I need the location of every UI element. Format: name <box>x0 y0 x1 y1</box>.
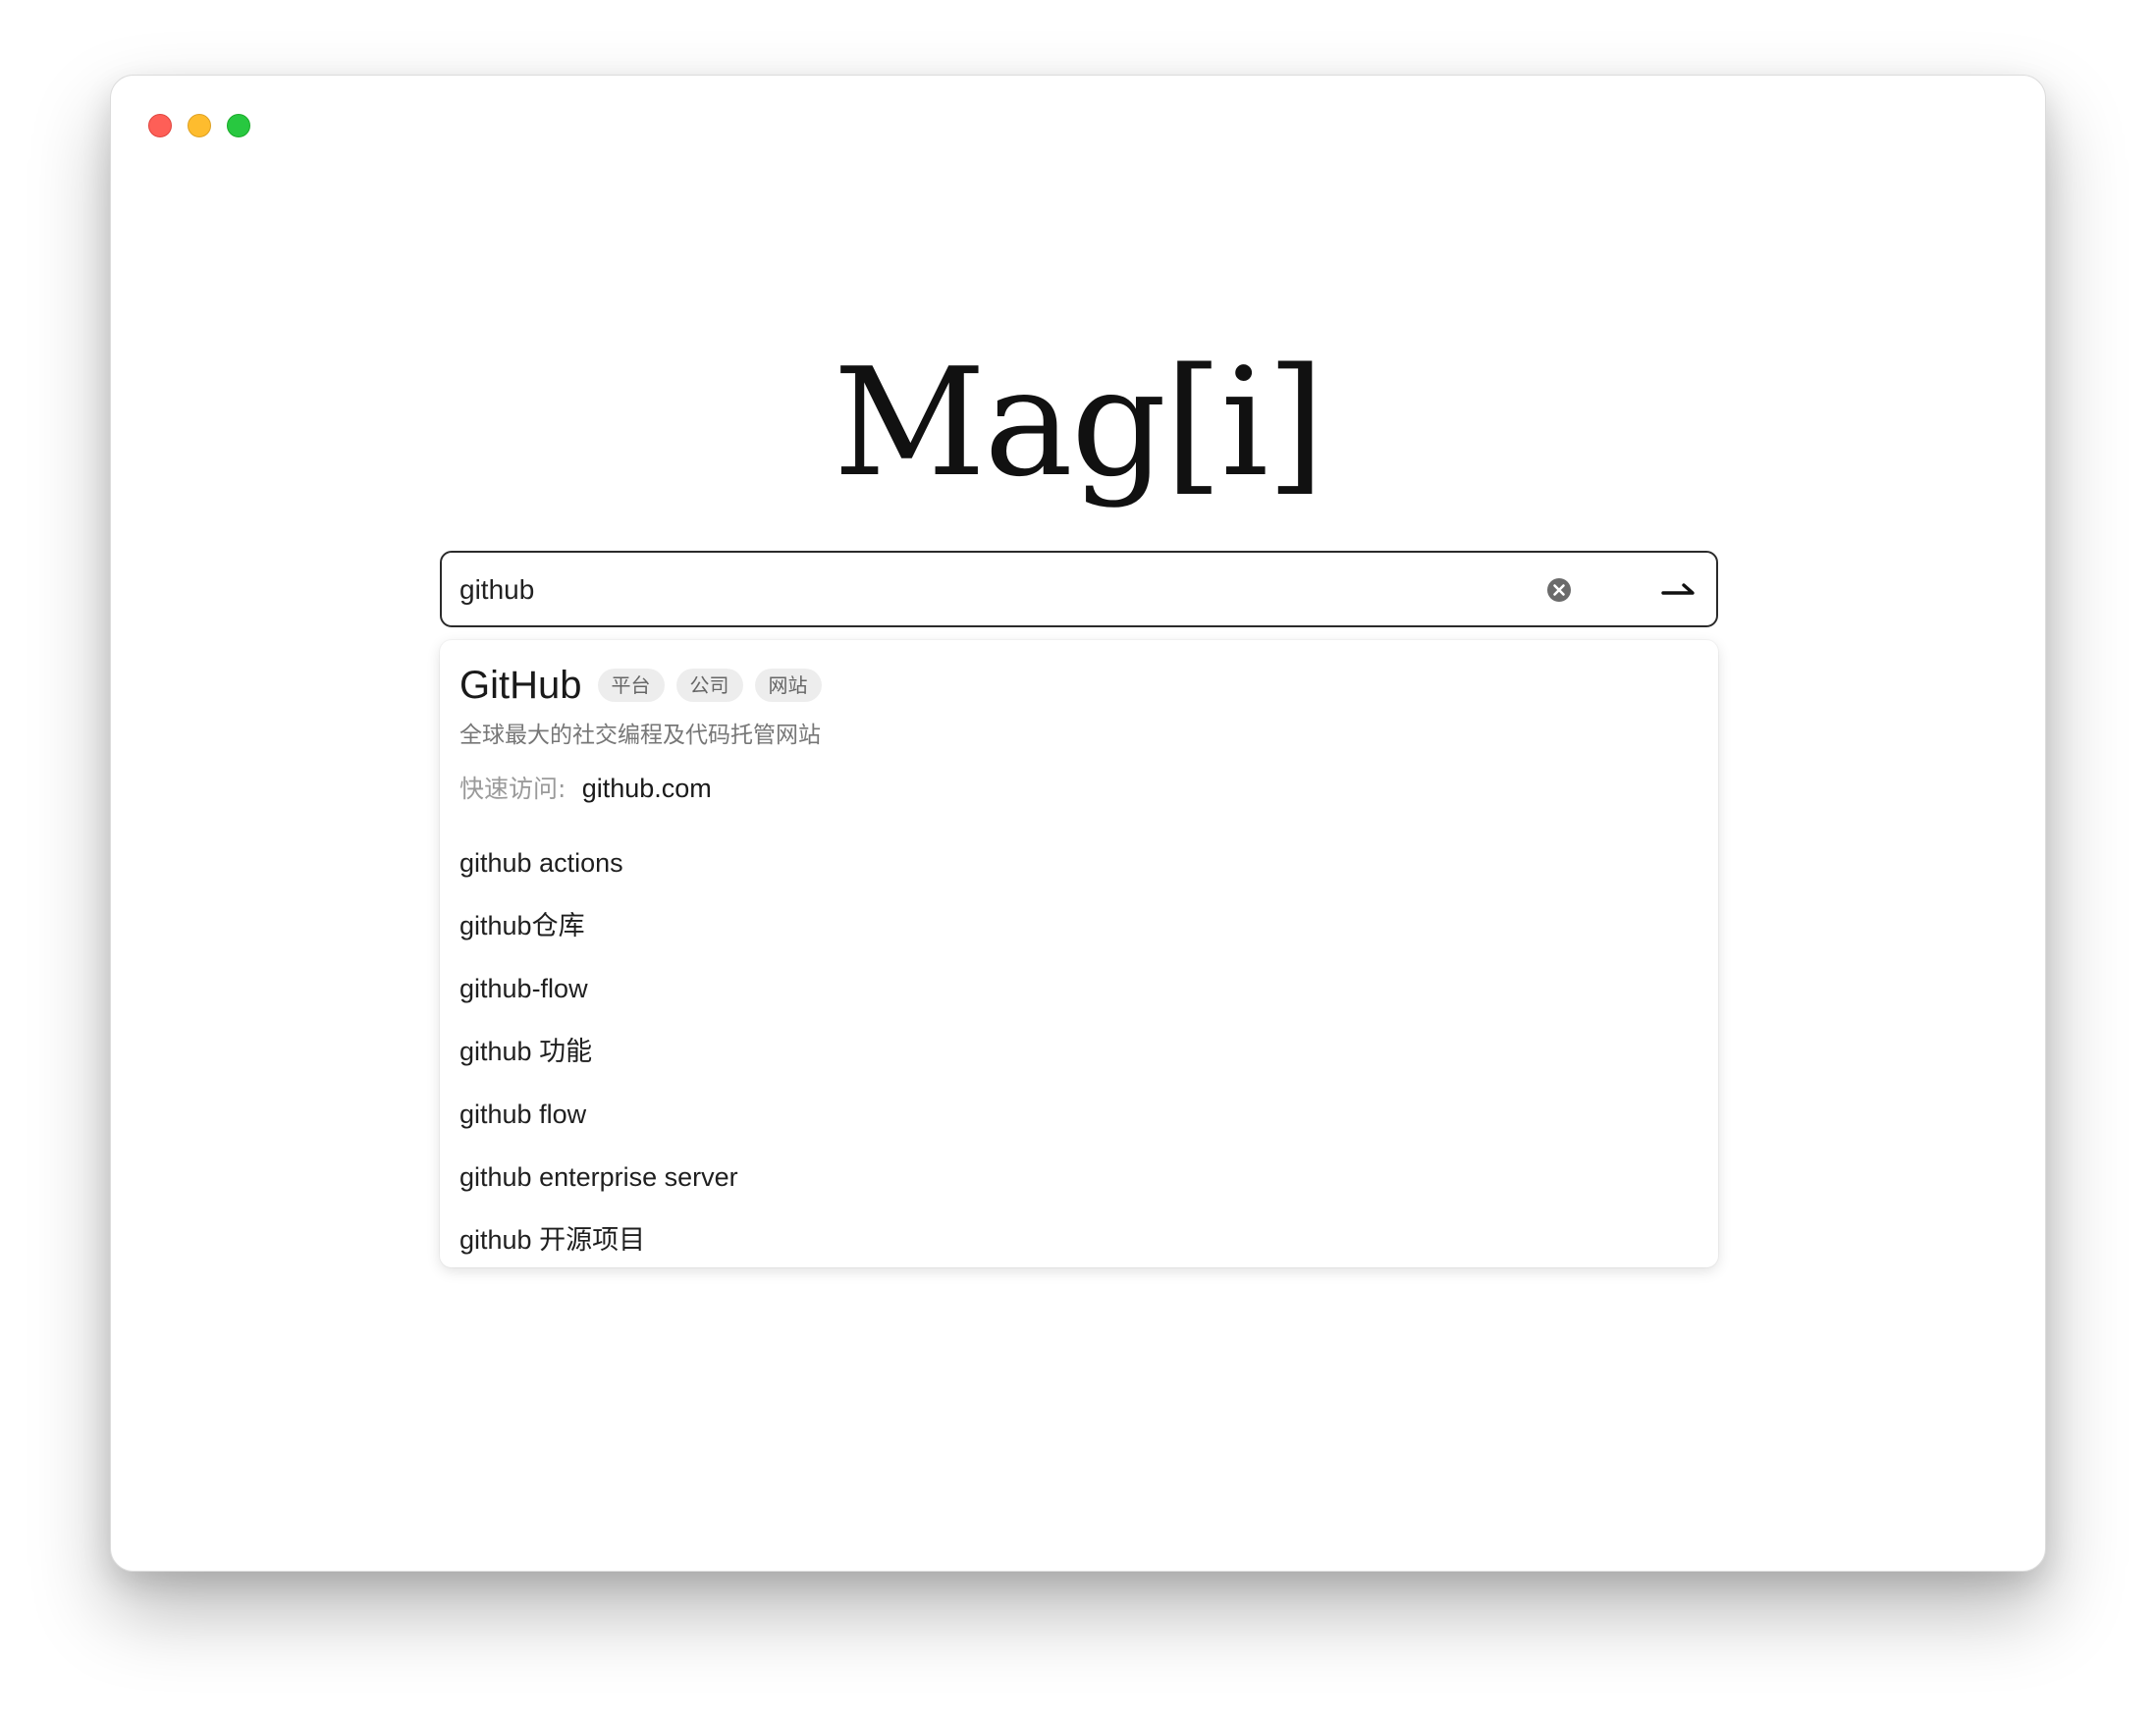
desktop-background: Mag[i] GitHub 平台 公司 网站 <box>0 0 2156 1718</box>
app-window: Mag[i] GitHub 平台 公司 网站 <box>110 75 2046 1572</box>
window-controls <box>148 114 250 137</box>
entity-description: 全球最大的社交编程及代码托管网站 <box>459 723 821 748</box>
suggestion-item[interactable]: github flow <box>440 1083 1718 1146</box>
entity-name: GitHub <box>459 663 582 707</box>
search-input[interactable] <box>459 566 1539 614</box>
close-window-button[interactable] <box>148 114 172 137</box>
arrow-right-icon <box>1661 583 1695 595</box>
quick-access-link[interactable]: github.com <box>582 774 712 803</box>
clear-search-button[interactable] <box>1541 572 1577 608</box>
suggestion-item[interactable]: github-flow <box>440 957 1718 1020</box>
zoom-window-button[interactable] <box>227 114 250 137</box>
search-box <box>440 551 1718 627</box>
quick-access-row: 快速访问: github.com <box>459 769 712 808</box>
submit-search-button[interactable] <box>1659 570 1698 610</box>
suggestion-item[interactable]: github仓库 <box>440 894 1718 957</box>
suggestion-item[interactable]: github enterprise server <box>440 1146 1718 1208</box>
app-logo: Mag[i] <box>833 336 1325 510</box>
clear-circle-icon <box>1547 578 1571 602</box>
minimize-window-button[interactable] <box>188 114 211 137</box>
quick-access-label: 快速访问: <box>459 775 566 803</box>
entity-tag: 平台 <box>597 669 665 702</box>
suggestion-item[interactable]: github 功能 <box>440 1020 1718 1083</box>
suggestion-item[interactable]: github actions <box>440 832 1718 894</box>
entity-tag: 公司 <box>675 669 743 702</box>
suggestion-dropdown: GitHub 平台 公司 网站 全球最大的社交编程及代码托管网站 快速访问: g… <box>440 640 1718 1267</box>
entity-title-row: GitHub 平台 公司 网站 <box>459 658 822 713</box>
suggestion-list: github actions github仓库 github-flow gith… <box>440 832 1718 1271</box>
entity-tag: 网站 <box>754 669 822 702</box>
suggestion-item[interactable]: github 开源项目 <box>440 1208 1718 1271</box>
entity-card[interactable]: GitHub 平台 公司 网站 全球最大的社交编程及代码托管网站 <box>459 658 822 752</box>
